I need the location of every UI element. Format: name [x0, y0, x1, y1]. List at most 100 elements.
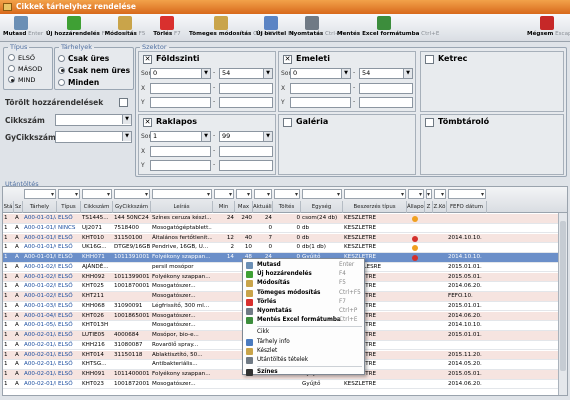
chevron-down-icon[interactable]: ▼ — [403, 69, 412, 78]
x-to-input[interactable] — [219, 146, 273, 157]
y-from-input[interactable] — [290, 97, 351, 108]
column-filter[interactable] — [82, 189, 112, 199]
column-filter[interactable] — [58, 189, 80, 199]
szektor-emeleti-checkbox[interactable]: ✕ — [283, 55, 292, 64]
table-row[interactable]: 1 A A00-01-01/B NINCS UJ2071 7518400 Mosogatóg… — [3, 223, 559, 234]
column-header-toltes[interactable]: Töltés — [273, 201, 301, 213]
y-from-input[interactable] — [150, 160, 211, 171]
sor-to-input[interactable]: 54 ▼ — [359, 68, 413, 79]
chevron-down-icon[interactable]: ▼ — [263, 132, 272, 141]
column-header-allapot[interactable]: Állapot — [407, 201, 425, 213]
sor-to-input[interactable]: 54 ▼ — [219, 68, 273, 79]
chevron-down-icon[interactable]: ▼ — [201, 132, 210, 141]
table-row[interactable]: 1 A A00-01-01/A ELSŐ TS1445... 144 50NC24 Szín… — [3, 214, 559, 224]
column-filter[interactable] — [408, 189, 424, 199]
x-from-input[interactable] — [290, 83, 351, 94]
column-header-max[interactable]: Max — [235, 201, 253, 213]
radio-button[interactable] — [8, 65, 15, 72]
modositas-button[interactable]: Módosítás F5 — [104, 14, 146, 42]
column-filter[interactable] — [448, 189, 486, 199]
gycikkszam-input[interactable]: ▼ — [55, 131, 132, 143]
menu-item-modositas[interactable]: Módosítás F5 — [243, 279, 364, 288]
column-filter[interactable] — [274, 189, 300, 199]
chevron-down-icon[interactable]: ▼ — [263, 69, 272, 78]
menu-item-keszlet[interactable]: Készlet — [243, 347, 364, 356]
scroll-thumb[interactable] — [560, 221, 566, 371]
column-filter[interactable] — [152, 189, 212, 199]
column-filter[interactable] — [24, 189, 56, 199]
szektor-raklapos-checkbox[interactable]: ✕ — [143, 118, 152, 127]
table-row[interactable]: 1 A A00-01-01/C ELSŐ UK16G... DTGE9/16GB Pendr… — [3, 243, 559, 253]
cikkszam-input[interactable]: ▼ — [55, 114, 132, 126]
column-filter[interactable] — [426, 189, 432, 199]
menu-item-szines[interactable]: Színes — [243, 368, 364, 377]
column-header-beszerzes-tipus[interactable]: Beszerzés típus — [343, 201, 407, 213]
radio-button[interactable] — [58, 78, 65, 86]
chevron-down-icon[interactable]: ▼ — [201, 69, 210, 78]
tarhelyek-option-minden[interactable]: Minden — [58, 76, 133, 88]
menu-item-utantoltes-tetelek[interactable]: Utántöltés tételek — [243, 356, 364, 365]
menu-item-tarhely-info[interactable]: Tárhely info — [243, 338, 364, 347]
mentes-excel-formatumba-button[interactable]: Mentés Excel formátumba Ctrl+E — [337, 14, 439, 42]
szektor-galeria-checkbox[interactable] — [283, 118, 292, 127]
tomeges-modositas-button[interactable]: Tömeges módosítás Ctrl+F5 — [189, 14, 275, 42]
sor-from-input[interactable]: 1 ▼ — [150, 131, 211, 142]
menu-item-uj-hozzarendeles[interactable]: Új hozzárendelés F4 — [243, 270, 364, 279]
tipus-option-mind[interactable]: MIND — [8, 74, 52, 85]
nyomtatas-button[interactable]: Nyomtatás Ctrl+P — [289, 14, 343, 42]
column-filter[interactable] — [214, 189, 234, 199]
radio-button[interactable] — [58, 66, 65, 74]
tipus-option-masod[interactable]: MÁSOD — [8, 63, 52, 74]
chevron-down-icon[interactable]: ▼ — [122, 115, 131, 124]
chevron-down-icon[interactable]: ▼ — [341, 69, 350, 78]
tipus-option-elso[interactable]: ELSŐ — [8, 52, 52, 63]
column-header-egyseg[interactable]: Egység — [301, 201, 343, 213]
uj-bevitel-button[interactable]: Új bevitel F9 — [256, 14, 295, 42]
szektor-ketrec-checkbox[interactable] — [425, 55, 434, 64]
sor-from-input[interactable]: 0 ▼ — [290, 68, 351, 79]
uj-hozzarendeles-button[interactable]: Új hozzárendelés F4 — [46, 14, 108, 42]
szektor-tombtarolo-checkbox[interactable] — [425, 118, 434, 127]
radio-button[interactable] — [58, 54, 65, 62]
column-filter[interactable] — [302, 189, 342, 199]
y-to-input[interactable] — [359, 97, 413, 108]
y-from-input[interactable] — [150, 97, 211, 108]
menu-item-cikk[interactable]: Cikk — [243, 328, 364, 337]
column-header-sz[interactable]: Sz — [14, 201, 23, 213]
column-header-aktualis[interactable]: Aktuális — [253, 201, 273, 213]
column-filter[interactable] — [236, 189, 252, 199]
x-to-input[interactable] — [219, 83, 273, 94]
radio-button[interactable] — [8, 54, 15, 61]
tarhelyek-option-csak-nem-ures[interactable]: Csak nem üres — [58, 64, 133, 76]
sor-to-input[interactable]: 99 ▼ — [219, 131, 273, 142]
column-header-z-ko[interactable]: Z.Kö — [433, 201, 447, 213]
table-row[interactable]: 1 A A00-02-01/B ELSŐ KHT023 1001872001 Mosogat… — [3, 379, 559, 390]
szektor-foldszinti-checkbox[interactable]: ✕ — [143, 55, 152, 64]
x-to-input[interactable] — [359, 83, 413, 94]
menu-item-tomeges-modositas[interactable]: Tömeges módosítás Ctrl+F5 — [243, 289, 364, 298]
menu-item-mentes-excel-formatumba[interactable]: Mentés Excel formátumba Ctrl+E — [243, 316, 364, 325]
sor-from-input[interactable]: 0 ▼ — [150, 68, 211, 79]
column-header-leiras[interactable]: Leírás — [151, 201, 213, 213]
column-filter[interactable] — [114, 189, 150, 199]
menu-item-torles[interactable]: Törlés F7 — [243, 298, 364, 307]
y-to-input[interactable] — [219, 97, 273, 108]
column-header-z[interactable]: Z — [425, 201, 433, 213]
chevron-down-icon[interactable]: ▼ — [122, 132, 131, 141]
column-filter[interactable] — [434, 189, 446, 199]
column-header-tarhely[interactable]: Tárhely — [23, 201, 57, 213]
column-header-min[interactable]: Min — [213, 201, 235, 213]
column-filter[interactable] — [254, 189, 272, 199]
x-from-input[interactable] — [150, 146, 211, 157]
column-header-cikkszam[interactable]: Cikkszám — [81, 201, 113, 213]
y-to-input[interactable] — [219, 160, 273, 171]
tarhelyek-option-csak-ures[interactable]: Csak üres — [58, 52, 133, 64]
vertical-scrollbar[interactable] — [558, 213, 567, 395]
column-header-tipus[interactable]: Típus — [57, 201, 81, 213]
x-from-input[interactable] — [150, 83, 211, 94]
column-filter[interactable] — [344, 189, 406, 199]
menu-item-nyomtatas[interactable]: Nyomtatás Ctrl+P — [243, 307, 364, 316]
table-row[interactable]: 1 A A00-01-01/B ELSŐ KHT010 31150100 Általános… — [3, 233, 559, 244]
torles-button[interactable]: Törlés F7 — [150, 14, 184, 42]
column-header-sta[interactable]: Stá — [3, 201, 14, 213]
